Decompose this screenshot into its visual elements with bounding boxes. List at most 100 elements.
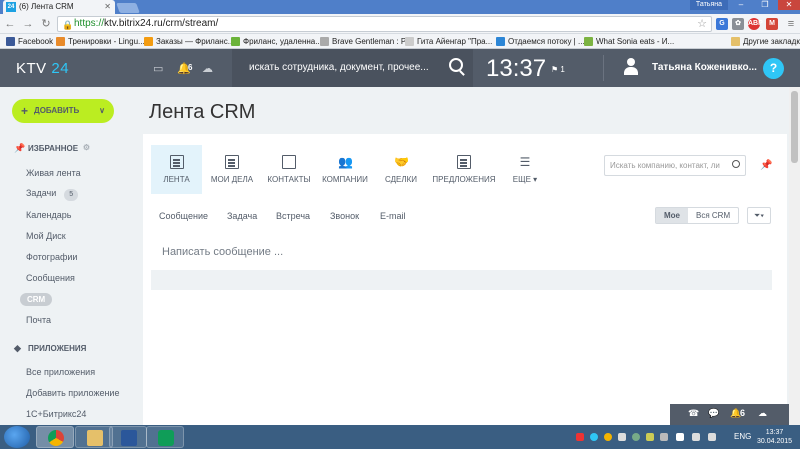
vk-icon: [496, 37, 505, 46]
sidebar-item-tasks[interactable]: Задачи 5: [26, 188, 79, 201]
tab-quotes[interactable]: ПРЕДЛОЖЕНИЯ: [432, 145, 496, 194]
filter-button[interactable]: ⏷▾: [747, 207, 771, 224]
tab-my-activities[interactable]: МОИ ДЕЛА: [207, 145, 257, 194]
sidebar-item-messages[interactable]: Сообщения: [26, 273, 75, 283]
tab-meeting[interactable]: Встреча: [276, 211, 310, 221]
window-user-label[interactable]: Татьяна: [689, 0, 728, 10]
user-avatar-icon[interactable]: [624, 58, 638, 76]
close-tab-icon[interactable]: ✕: [104, 0, 111, 14]
tray-icon[interactable]: [632, 433, 640, 441]
cloud-icon[interactable]: ☁: [758, 408, 767, 419]
plus-icon: +: [21, 104, 29, 118]
sidebar-item-photos[interactable]: Фотографии: [26, 252, 77, 262]
cloud-icon[interactable]: ☁: [202, 62, 213, 75]
back-icon[interactable]: ←: [3, 17, 17, 31]
search-icon[interactable]: [732, 160, 740, 168]
work-day-flag-icon: ⚑ 1: [551, 65, 565, 74]
sidebar-item-all-apps[interactable]: Все приложения: [26, 367, 95, 377]
tray-icon[interactable]: [590, 433, 598, 441]
search-icon[interactable]: [449, 58, 463, 72]
chrome-task[interactable]: [36, 426, 74, 448]
tab-contacts[interactable]: КОНТАКТЫ: [264, 145, 314, 194]
bookmark-item[interactable]: Facebook: [6, 36, 53, 47]
paw-extension-icon[interactable]: ✿: [732, 18, 744, 30]
bookmark-item[interactable]: Тренировки - Lingu...: [56, 36, 145, 47]
help-button[interactable]: ?: [763, 58, 784, 79]
favorites-section-header[interactable]: 📌 ИЗБРАННОЕ ⚙: [14, 143, 90, 153]
explorer-task[interactable]: [75, 426, 113, 448]
tab-more[interactable]: ☰ ЕЩЕ ▾: [500, 145, 550, 194]
adblock-extension-icon[interactable]: ABP: [748, 18, 763, 30]
toggle-all-crm[interactable]: Вся CRM: [688, 208, 738, 223]
user-name[interactable]: Татьяна Коженивко...: [652, 62, 757, 73]
header-clock[interactable]: 13:37: [486, 55, 546, 83]
tab-deals[interactable]: 🤝 СДЕЛКИ: [376, 145, 426, 194]
windows-start-icon[interactable]: [4, 426, 30, 448]
bookmark-item[interactable]: Отдаемся потоку | ...: [496, 36, 585, 47]
tab-call[interactable]: Звонок: [330, 211, 359, 221]
crm-search-input[interactable]: Искать компанию, контакт, ли: [604, 155, 746, 176]
sidebar-item-my-drive[interactable]: Мой Диск: [26, 231, 66, 241]
flag-icon[interactable]: [676, 433, 684, 441]
tab-message[interactable]: Сообщение: [159, 211, 208, 221]
tab-task[interactable]: Задача: [227, 211, 257, 221]
tab-email[interactable]: E-mail: [380, 211, 406, 221]
pin-icon[interactable]: 📌: [760, 160, 772, 171]
sidebar-item-1c-bitrix[interactable]: 1С+Битрикс24: [26, 409, 86, 419]
sidebar-item-crm[interactable]: CRM: [20, 293, 53, 306]
sidebar-item-calendar[interactable]: Календарь: [26, 210, 71, 220]
bookmark-item[interactable]: What Sonia eats - И...: [584, 36, 674, 47]
message-composer[interactable]: Написать сообщение ...: [162, 246, 283, 258]
tray-icon[interactable]: [576, 433, 584, 441]
crm-feed-card: ЛЕНТА МОИ ДЕЛА КОНТАКТЫ 👥 КОМПАНИИ 🤝 СДЕ…: [143, 134, 787, 425]
page-scrollbar[interactable]: [789, 87, 800, 425]
tab-feed[interactable]: ЛЕНТА: [151, 145, 202, 194]
lingualeo-icon: [56, 37, 65, 46]
bookmark-item[interactable]: Brave Gentleman : P...: [320, 36, 412, 47]
browser-tab[interactable]: 24 (6) Лента CRM ✕: [3, 0, 115, 14]
portal-search[interactable]: искать сотрудника, документ, прочее...: [232, 49, 473, 87]
url-field[interactable]: 🔒 https://ktv.bitrix24.ru/crm/stream/ ☆: [57, 16, 712, 32]
minimize-icon[interactable]: –: [730, 0, 752, 10]
gear-icon[interactable]: ⚙: [83, 143, 90, 152]
forward-icon[interactable]: →: [21, 17, 35, 31]
menu-icon[interactable]: ≡: [784, 17, 798, 31]
chat-icon[interactable]: ▭: [153, 62, 163, 75]
portal-logo[interactable]: KTV 24: [16, 60, 69, 77]
sidebar-item-mail[interactable]: Почта: [26, 315, 51, 325]
close-window-icon[interactable]: ✕: [778, 0, 800, 10]
tray-icon[interactable]: [646, 433, 654, 441]
reload-icon[interactable]: ↻: [39, 17, 53, 31]
sidebar-item-live-feed[interactable]: Живая лента: [26, 168, 81, 178]
bookmark-item[interactable]: Фриланс, удаленна...: [231, 36, 322, 47]
apps-section-header[interactable]: ◆ ПРИЛОЖЕНИЯ: [14, 343, 86, 353]
maximize-icon[interactable]: ❐: [754, 0, 776, 10]
bookmark-item[interactable]: Заказы — Фриланс...: [144, 36, 234, 47]
toggle-mine[interactable]: Мое: [656, 208, 688, 223]
tab-companies[interactable]: 👥 КОМПАНИИ: [320, 145, 370, 194]
search-input[interactable]: искать сотрудника, документ, прочее...: [249, 62, 429, 73]
volume-icon[interactable]: [708, 433, 716, 441]
tray-icon[interactable]: [660, 433, 668, 441]
tray-icon[interactable]: [604, 433, 612, 441]
phone-icon[interactable]: ☎: [688, 408, 699, 419]
word-task[interactable]: [109, 426, 147, 448]
bookmark-item[interactable]: Гита Айенгар "Пра...: [405, 36, 492, 47]
bookmark-star-icon[interactable]: ☆: [697, 17, 707, 31]
add-button[interactable]: + ДОБАВИТЬ ∨: [12, 99, 114, 123]
scrollbar-thumb[interactable]: [791, 91, 798, 163]
new-tab-button[interactable]: [116, 3, 140, 13]
network-icon[interactable]: [692, 433, 700, 441]
other-bookmarks[interactable]: Другие закладки: [731, 36, 800, 47]
tray-icon[interactable]: [618, 433, 626, 441]
sidebar-item-add-app[interactable]: Добавить приложение: [26, 388, 119, 398]
page-icon: [405, 37, 414, 46]
facebook-icon: [6, 37, 15, 46]
hangouts-icon: [158, 430, 174, 446]
system-clock[interactable]: 13:37 30.04.2015: [757, 428, 792, 446]
hangouts-task[interactable]: [146, 426, 184, 448]
chat-icon[interactable]: 💬: [708, 408, 719, 419]
translate-extension-icon[interactable]: G: [716, 18, 728, 30]
gmail-extension-icon[interactable]: M: [766, 18, 778, 30]
keyboard-language[interactable]: ENG: [734, 432, 751, 441]
